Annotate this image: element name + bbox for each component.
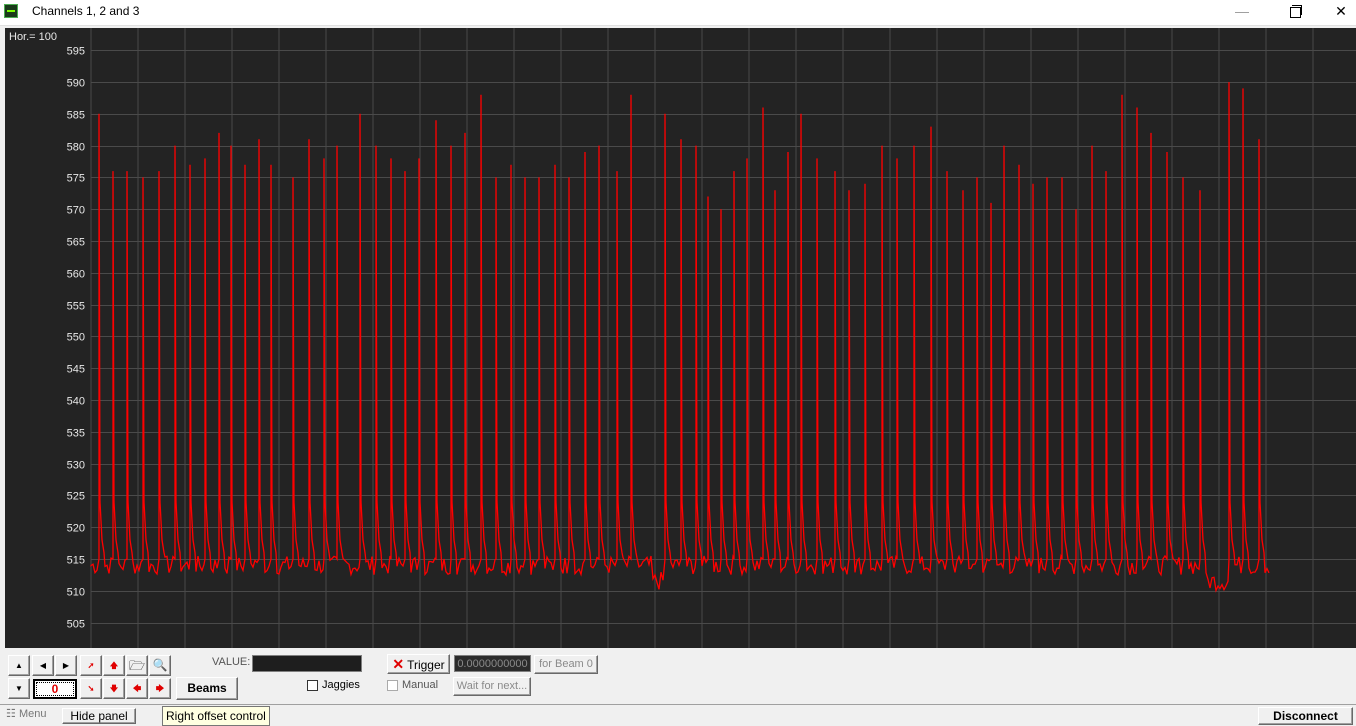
manual-checkbox[interactable] — [387, 680, 398, 691]
oscilloscope-display: 595 590 585 580 575 570 565 560 555 550 545 540 535 5… — [5, 28, 1356, 648]
scroll-right-button[interactable]: ▶ — [55, 655, 77, 676]
diag-down-arrow-button[interactable]: ➘ — [80, 678, 102, 699]
beams-button[interactable]: Beams — [176, 677, 238, 700]
for-beam-button[interactable]: for Beam 0 — [534, 655, 598, 674]
scroll-down-button[interactable]: ▼ — [8, 678, 30, 699]
jaggies-checkbox[interactable] — [307, 680, 318, 691]
y-tick-label: 520 — [67, 523, 85, 535]
window-title: Channels 1, 2 and 3 — [32, 4, 140, 18]
arrow-left-button[interactable]: 🡄 — [126, 678, 148, 699]
y-tick-label: 550 — [67, 332, 85, 344]
y-tick-label: 505 — [67, 619, 85, 631]
y-tick-label: 565 — [67, 237, 85, 249]
horizontal-scale-label: Hor.= 100 — [9, 31, 58, 43]
grid — [90, 28, 1356, 648]
menu-label: Menu — [18, 708, 47, 720]
zoom-icon[interactable]: 🔍 — [149, 655, 171, 676]
diag-up-arrow-button[interactable]: ➚ — [80, 655, 102, 676]
minimize-button[interactable]: — — [1219, 0, 1265, 25]
y-tick-label: 525 — [67, 491, 85, 503]
tooltip: Right offset control — [162, 706, 270, 726]
wait-for-next-button[interactable]: Wait for next... — [453, 677, 531, 696]
maximize-button[interactable] — [1272, 0, 1318, 25]
arrow-right-button[interactable]: 🡆 — [149, 678, 171, 699]
arrow-up-button[interactable]: 🡅 — [103, 655, 125, 676]
y-tick-label: 515 — [67, 555, 85, 567]
y-tick-label: 555 — [67, 301, 85, 313]
manual-label: Manual — [402, 679, 439, 691]
menu-icon: ☷ — [6, 708, 16, 720]
trigger-label: Trigger — [407, 658, 445, 672]
y-tick-label: 530 — [67, 460, 85, 472]
app-icon — [4, 4, 18, 18]
y-tick-label: 535 — [67, 428, 85, 440]
offset-value-field[interactable]: 0 — [33, 679, 77, 699]
y-tick-label: 595 — [67, 46, 85, 58]
scroll-up-button[interactable]: ▲ — [8, 655, 30, 676]
y-tick-label: 510 — [67, 587, 85, 599]
trigger-value-field[interactable]: 0.0000000000 — [454, 655, 531, 672]
y-tick-label: 570 — [67, 205, 85, 217]
close-button[interactable]: ✕ — [1318, 0, 1356, 25]
x-mark-icon: ✕ — [392, 656, 405, 672]
y-tick-label: 560 — [67, 269, 85, 281]
trigger-button[interactable]: ✕ Trigger — [387, 654, 450, 674]
restore-icon — [1289, 5, 1302, 18]
disconnect-button[interactable]: Disconnect — [1258, 707, 1353, 725]
value-label: VALUE: — [212, 656, 251, 668]
value-field[interactable] — [252, 655, 362, 672]
title-bar: Channels 1, 2 and 3 — ✕ — [0, 0, 1356, 26]
y-tick-label: 545 — [67, 364, 85, 376]
arrow-down-button[interactable]: 🡇 — [103, 678, 125, 699]
y-tick-label: 580 — [67, 142, 85, 154]
oscilloscope-chart: 595 590 585 580 575 570 565 560 555 550 545 540 535 5… — [67, 28, 1356, 648]
y-tick-label: 540 — [67, 396, 85, 408]
y-tick-label: 575 — [67, 173, 85, 185]
y-tick-label: 590 — [67, 78, 85, 90]
y-tick-label: 585 — [67, 110, 85, 122]
y-axis-ticks: 595 590 585 580 575 570 565 560 555 550 545 540 535 5… — [67, 46, 85, 631]
scroll-left-button[interactable]: ◀ — [32, 655, 54, 676]
jaggies-label: Jaggies — [322, 679, 360, 691]
folder-icon[interactable]: 🗁 — [126, 655, 148, 676]
menu-button[interactable]: ☷ Menu — [6, 707, 46, 720]
